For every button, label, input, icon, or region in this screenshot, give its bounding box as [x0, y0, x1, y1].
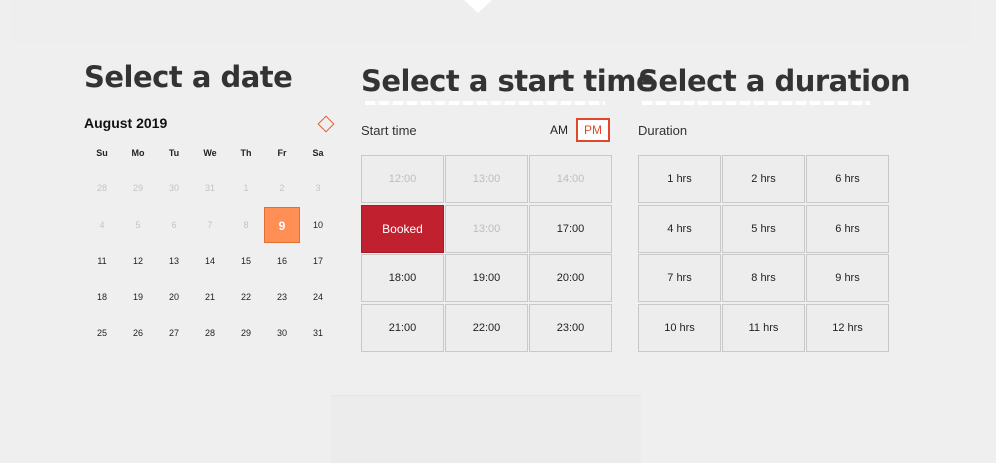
duration-option[interactable]: 1 hrs [638, 155, 721, 203]
calendar-day[interactable]: 21 [192, 279, 228, 315]
dropdown-notch [464, 0, 492, 13]
calendar-day[interactable]: 15 [228, 243, 264, 279]
calendar-day: 6 [171, 220, 177, 230]
duration-option[interactable]: 12 hrs [806, 304, 889, 352]
time-slot[interactable]: 23:00 [529, 304, 612, 352]
duration-option[interactable]: 5 hrs [722, 205, 805, 253]
weekday-header: Th [240, 148, 252, 158]
calendar-day: 29 [132, 183, 143, 193]
weekday-header: Su [96, 148, 108, 158]
time-slot: 13:00 [445, 205, 528, 253]
weekday-header: Mo [131, 148, 145, 158]
weekday-header: We [203, 148, 217, 158]
calendar-day[interactable]: 19 [120, 279, 156, 315]
calendar-day[interactable]: 30 [264, 315, 300, 351]
calendar-day: 7 [207, 220, 213, 230]
time-slot[interactable]: 22:00 [445, 304, 528, 352]
calendar-day: 28 [96, 183, 107, 193]
chevron-right-icon[interactable] [317, 115, 335, 133]
weekday-header: Tu [168, 148, 180, 158]
calendar-day[interactable]: 27 [156, 315, 192, 351]
duration-option[interactable]: 6 hrs [806, 155, 889, 203]
calendar-day: 30 [168, 183, 179, 193]
weekday-header: Sa [312, 148, 324, 158]
duration-option[interactable]: 9 hrs [806, 254, 889, 302]
calendar-day: 5 [135, 220, 141, 230]
duration-option[interactable]: 4 hrs [638, 205, 721, 253]
time-slot: 14:00 [529, 155, 612, 203]
pm-toggle[interactable]: PM [576, 118, 610, 142]
calendar-day[interactable]: 22 [228, 279, 264, 315]
calendar-day[interactable]: 14 [192, 243, 228, 279]
duration-heading: Select a duration [638, 64, 911, 98]
calendar-day[interactable]: 23 [264, 279, 300, 315]
duration-option[interactable]: 6 hrs [806, 205, 889, 253]
calendar-day[interactable]: 24 [300, 279, 336, 315]
time-slot[interactable]: 18:00 [361, 254, 444, 302]
calendar-day[interactable]: 26 [120, 315, 156, 351]
calendar-day: 8 [243, 220, 249, 230]
duration-label: Duration [638, 123, 688, 138]
calendar-day[interactable]: 17 [300, 243, 336, 279]
heading-underline [365, 101, 605, 105]
am-toggle[interactable]: AM [545, 119, 573, 141]
duration-option[interactable]: 2 hrs [722, 155, 805, 203]
calendar-day[interactable]: 20 [156, 279, 192, 315]
calendar-day: 31 [204, 183, 215, 193]
duration-option[interactable]: 7 hrs [638, 254, 721, 302]
time-slot-booked: Booked [361, 205, 444, 253]
calendar-day[interactable]: 28 [192, 315, 228, 351]
calendar-day[interactable]: 10 [300, 207, 336, 243]
calendar-day[interactable]: 31 [300, 315, 336, 351]
calendar-day: 2 [279, 183, 285, 193]
heading-underline [642, 101, 870, 105]
calendar-day[interactable]: 12 [120, 243, 156, 279]
weekday-header: Fr [277, 148, 287, 158]
time-slot[interactable]: 19:00 [445, 254, 528, 302]
calendar-month-title: August 2019 [84, 115, 168, 131]
calendar-day-selected[interactable]: 9 [264, 207, 300, 243]
calendar-day[interactable]: 16 [264, 243, 300, 279]
calendar-day: 3 [315, 183, 321, 193]
time-slot: 13:00 [445, 155, 528, 203]
start-time-label: Start time [361, 123, 417, 138]
bottom-panel [331, 395, 641, 463]
time-slot: 12:00 [361, 155, 444, 203]
time-slot[interactable]: 20:00 [529, 254, 612, 302]
calendar-day[interactable]: 29 [228, 315, 264, 351]
calendar-day[interactable]: 18 [84, 279, 120, 315]
time-slot[interactable]: 21:00 [361, 304, 444, 352]
start-time-heading: Select a start time [361, 64, 656, 98]
duration-option[interactable]: 8 hrs [722, 254, 805, 302]
date-heading: Select a date [84, 60, 293, 94]
duration-option[interactable]: 10 hrs [638, 304, 721, 352]
calendar-day: 4 [99, 220, 105, 230]
calendar-day: 1 [243, 183, 249, 193]
calendar-day[interactable]: 13 [156, 243, 192, 279]
duration-option[interactable]: 11 hrs [722, 304, 805, 352]
calendar-day[interactable]: 11 [84, 243, 120, 279]
time-slot[interactable]: 17:00 [529, 205, 612, 253]
calendar-day[interactable]: 25 [84, 315, 120, 351]
